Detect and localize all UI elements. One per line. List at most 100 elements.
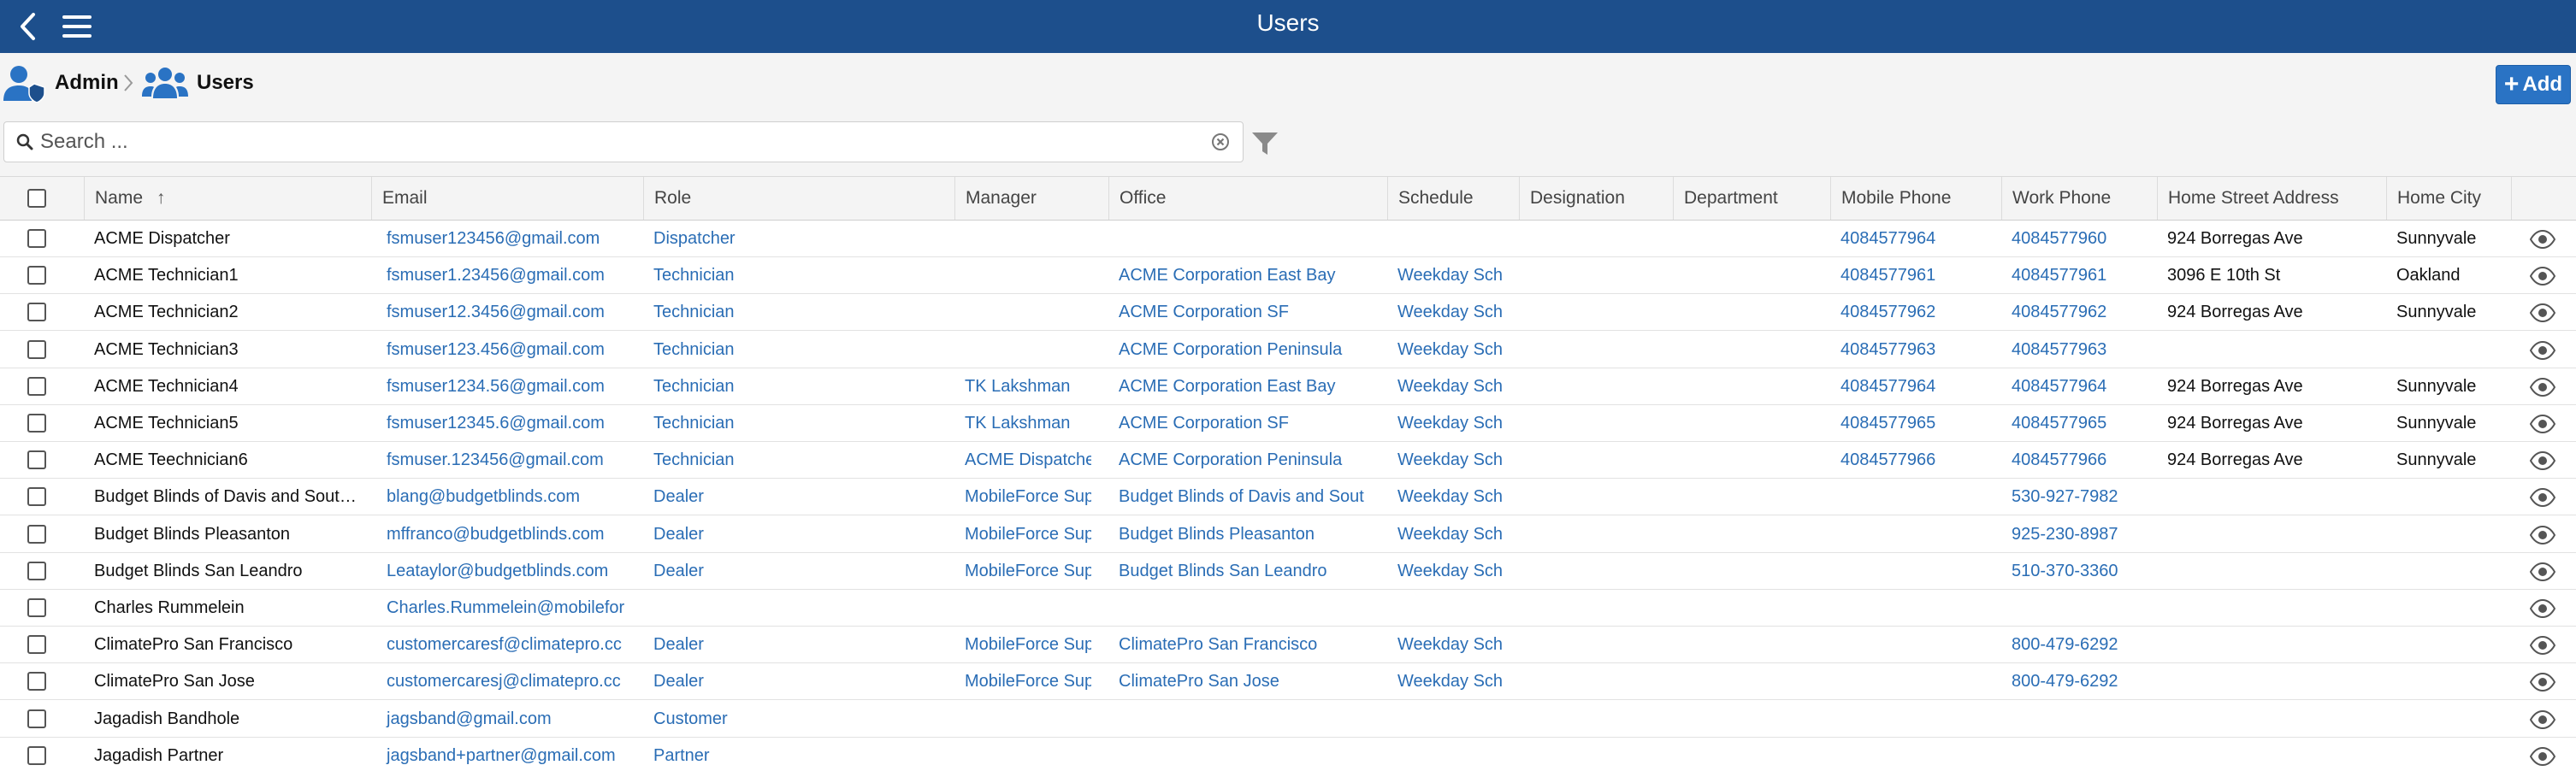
cell-work-phone[interactable]: 800-479-6292	[2001, 627, 2152, 663]
cell-office[interactable]: ClimatePro San Francisco	[1108, 627, 1380, 663]
row-checkbox[interactable]	[27, 709, 46, 728]
cell-role[interactable]: Technician	[643, 332, 948, 368]
row-checkbox[interactable]	[27, 525, 46, 544]
cell-office[interactable]: ACME Corporation SF	[1108, 294, 1380, 331]
row-checkbox[interactable]	[27, 450, 46, 469]
cell-work-phone[interactable]: 530-927-7982	[2001, 479, 2152, 515]
cell-role[interactable]: Dealer	[643, 479, 948, 515]
table-row[interactable]: Charles Rummelein Charles.Rummelein@mobil…	[0, 590, 2576, 627]
row-checkbox[interactable]	[27, 562, 46, 580]
cell-manager[interactable]: TK Lakshman	[954, 368, 1091, 405]
cell-office[interactable]: ClimatePro San Jose	[1108, 663, 1380, 700]
column-header-mobile-phone[interactable]: Mobile Phone	[1830, 177, 1994, 220]
table-row[interactable]: Budget Blinds Pleasanton mffranco@budgetb…	[0, 516, 2576, 553]
filter-icon[interactable]	[1250, 130, 1279, 157]
cell-schedule[interactable]: Weekday Sch	[1387, 257, 1512, 294]
cell-mobile-phone[interactable]: 4084577961	[1830, 257, 1994, 294]
cell-role[interactable]: Technician	[643, 368, 948, 405]
cell-role[interactable]: Customer	[643, 701, 948, 738]
view-icon[interactable]	[2530, 747, 2555, 766]
cell-mobile-phone[interactable]: 4084577965	[1830, 405, 1994, 442]
cell-work-phone[interactable]: 800-479-6292	[2001, 663, 2152, 700]
table-row[interactable]: ClimatePro San Francisco customercaresf@c…	[0, 627, 2576, 663]
cell-work-phone[interactable]: 4084577960	[2001, 221, 2152, 257]
cell-manager[interactable]: MobileForce Sup	[954, 479, 1091, 515]
cell-email[interactable]: fsmuser123.456@gmail.com	[376, 332, 633, 368]
cell-mobile-phone[interactable]: 4084577964	[1830, 368, 1994, 405]
row-checkbox[interactable]	[27, 672, 46, 691]
cell-role[interactable]: Dealer	[643, 553, 948, 590]
view-icon[interactable]	[2530, 451, 2555, 470]
view-icon[interactable]	[2530, 488, 2555, 507]
column-header-work-phone[interactable]: Work Phone	[2001, 177, 2152, 220]
cell-email[interactable]: customercaresj@climatepro.cc	[376, 663, 633, 700]
cell-email[interactable]: fsmuser123456@gmail.com	[376, 221, 633, 257]
view-icon[interactable]	[2530, 378, 2555, 397]
cell-schedule[interactable]: Weekday Sch	[1387, 442, 1512, 479]
cell-office[interactable]: ACME Corporation East Bay	[1108, 257, 1380, 294]
cell-work-phone[interactable]: 510-370-3360	[2001, 553, 2152, 590]
table-row[interactable]: ACME Dispatcher fsmuser123456@gmail.com Di…	[0, 221, 2576, 257]
cell-office[interactable]: ACME Corporation Peninsula	[1108, 332, 1380, 368]
column-header-schedule[interactable]: Schedule	[1387, 177, 1514, 220]
table-row[interactable]: ACME Teechnician6 fsmuser.123456@gmail.co…	[0, 442, 2576, 479]
cell-email[interactable]: Charles.Rummelein@mobilefor	[376, 590, 633, 627]
cell-schedule[interactable]: Weekday Sch	[1387, 479, 1512, 515]
view-icon[interactable]	[2530, 415, 2555, 433]
cell-schedule[interactable]: Weekday Sch	[1387, 663, 1512, 700]
row-checkbox[interactable]	[27, 340, 46, 359]
back-button[interactable]	[10, 9, 44, 44]
cell-email[interactable]: jagsband+partner@gmail.com	[376, 738, 633, 771]
table-row[interactable]: Budget Blinds San Leandro Leataylor@budge…	[0, 553, 2576, 590]
cell-email[interactable]: fsmuser12345.6@gmail.com	[376, 405, 633, 442]
cell-manager[interactable]: TK Lakshman	[954, 405, 1091, 442]
column-header-designation[interactable]: Designation	[1519, 177, 1668, 220]
row-checkbox[interactable]	[27, 377, 46, 396]
select-all-checkbox[interactable]	[27, 189, 46, 208]
view-icon[interactable]	[2530, 341, 2555, 360]
cell-mobile-phone[interactable]: 4084577962	[1830, 294, 1994, 331]
cell-role[interactable]: Technician	[643, 405, 948, 442]
column-header-name[interactable]: Name ↑	[84, 177, 371, 220]
search-input[interactable]	[40, 130, 1210, 154]
cell-email[interactable]: fsmuser.123456@gmail.com	[376, 442, 633, 479]
cell-manager[interactable]: MobileForce Sup	[954, 627, 1091, 663]
row-checkbox[interactable]	[27, 266, 46, 285]
cell-work-phone[interactable]: 4084577966	[2001, 442, 2152, 479]
cell-schedule[interactable]: Weekday Sch	[1387, 294, 1512, 331]
cell-manager[interactable]: MobileForce Sup	[954, 516, 1091, 553]
cell-work-phone[interactable]: 4084577961	[2001, 257, 2152, 294]
cell-office[interactable]: ACME Corporation East Bay	[1108, 368, 1380, 405]
cell-office[interactable]: Budget Blinds Pleasanton	[1108, 516, 1380, 553]
view-icon[interactable]	[2530, 599, 2555, 618]
cell-role[interactable]: Partner	[643, 738, 948, 771]
cell-email[interactable]: jagsband@gmail.com	[376, 701, 633, 738]
row-checkbox[interactable]	[27, 487, 46, 506]
cell-email[interactable]: Leataylor@budgetblinds.com	[376, 553, 633, 590]
cell-role[interactable]: Technician	[643, 442, 948, 479]
cell-work-phone[interactable]: 925-230-8987	[2001, 516, 2152, 553]
view-icon[interactable]	[2530, 710, 2555, 729]
cell-manager[interactable]: ACME Dispatche	[954, 442, 1091, 479]
clear-icon[interactable]	[1210, 132, 1231, 152]
cell-role[interactable]: Dealer	[643, 663, 948, 700]
row-checkbox[interactable]	[27, 598, 46, 617]
column-header-office[interactable]: Office	[1108, 177, 1382, 220]
cell-manager[interactable]: MobileForce Sup	[954, 663, 1091, 700]
cell-work-phone[interactable]: 4084577963	[2001, 332, 2152, 368]
cell-office[interactable]: Budget Blinds San Leandro	[1108, 553, 1380, 590]
view-icon[interactable]	[2530, 636, 2555, 655]
row-checkbox[interactable]	[27, 635, 46, 654]
column-header-email[interactable]: Email	[371, 177, 636, 220]
breadcrumb-admin[interactable]: Admin	[2, 62, 119, 104]
table-row[interactable]: Jagadish Partner jagsband+partner@gmail.c…	[0, 738, 2576, 771]
cell-schedule[interactable]: Weekday Sch	[1387, 405, 1512, 442]
table-row[interactable]: ACME Technician4 fsmuser1234.56@gmail.com…	[0, 368, 2576, 405]
view-icon[interactable]	[2530, 526, 2555, 544]
cell-schedule[interactable]: Weekday Sch	[1387, 553, 1512, 590]
cell-email[interactable]: customercaresf@climatepro.cc	[376, 627, 633, 663]
column-header-home-city[interactable]: Home City	[2386, 177, 2511, 220]
row-checkbox[interactable]	[27, 303, 46, 321]
cell-role[interactable]: Technician	[643, 257, 948, 294]
cell-email[interactable]: blang@budgetblinds.com	[376, 479, 633, 515]
